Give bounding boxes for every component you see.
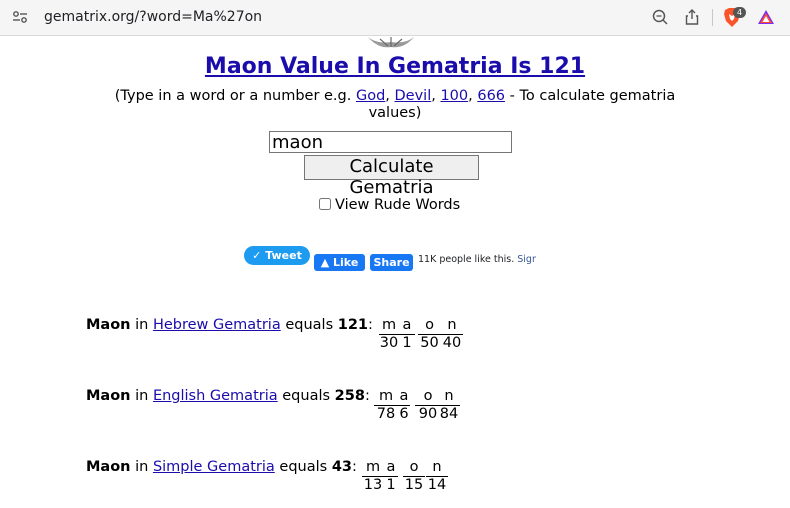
thumbs-up-icon: ▲ [320,256,330,269]
letter-char: n [426,459,448,477]
letter-cell: m 78 [374,388,398,423]
letter-value: 30 [379,335,399,351]
letter-value: 1 [386,477,396,493]
calculate-gematria-button[interactable]: Calculate Gematria [304,155,479,198]
result-row: Maon in English Gematria equals 258: [86,388,370,404]
tweet-button[interactable]: ✓ Tweet [244,246,310,265]
view-rude-words-checkbox[interactable] [319,198,331,210]
letter-value: 1 [402,335,412,351]
letter-cell: n 84 [438,388,460,423]
example-666-link[interactable]: 666 [477,88,505,104]
letter-char: o [403,459,425,477]
letter-value: 6 [399,406,409,422]
like-count-text: 11K people like this. [418,254,515,265]
site-settings-icon[interactable] [12,10,28,24]
facebook-share-button[interactable]: Share [370,254,413,271]
result-in: in [135,388,149,404]
page-title-link[interactable]: Maon Value In Gematria Is 121 [205,54,585,79]
result-word: Maon [86,317,131,333]
result-equals: equals [285,317,334,333]
letter-cell: n 40 [441,317,463,352]
facebook-like-count: 11K people like this. Sign [418,254,536,270]
cipher-link[interactable]: Hebrew Gematria [153,317,281,333]
result-value: 43 [331,459,352,475]
result-row: Maon in Simple Gematria equals 43: [86,459,357,475]
brave-rewards-icon[interactable] [757,8,775,26]
intro-prefix: (Type in a word or a number e.g. [114,88,356,104]
letter-value: 50 [420,335,439,351]
result-in: in [135,459,149,475]
letter-char: m [374,388,398,406]
letter-cell: a1 [399,317,415,352]
letter-value: 14 [427,477,447,493]
result-word: Maon [86,459,131,475]
word-input[interactable] [269,131,512,153]
letter-value: 15 [404,477,424,493]
result-row: Maon in Hebrew Gematria equals 121: [86,317,373,333]
address-bar[interactable]: gematrix.org/?word=Ma%27on 4 [0,0,790,36]
facebook-like-button[interactable]: ▲ Like [314,254,365,271]
letter-value: 13 [363,477,383,493]
shields-count-badge: 4 [733,7,746,18]
result-value: 121 [337,317,369,333]
cipher-link[interactable]: English Gematria [153,388,278,404]
url-text[interactable]: gematrix.org/?word=Ma%27on [44,9,262,25]
result-value: 258 [334,388,365,404]
example-devil-link[interactable]: Devil [395,88,432,104]
letter-char: n [438,388,460,406]
letter-char: a [384,459,398,477]
result-equals: equals [282,388,331,404]
intro-text: (Type in a word or a number e.g. God, De… [114,88,676,121]
letter-char: a [399,317,415,335]
site-logo [368,37,414,48]
letter-cell: o 50 [418,317,441,352]
toolbar-divider [712,9,713,26]
letter-char: n [441,317,463,335]
example-god-link[interactable]: God [356,88,385,104]
page-title: Maon Value In Gematria Is 121 [0,54,790,79]
letter-char: o [418,317,441,335]
view-rude-words-toggle[interactable]: View Rude Words [319,197,460,213]
twitter-bird-icon: ✓ [252,249,262,262]
result-word: Maon [86,388,131,404]
zoom-icon[interactable] [651,8,669,26]
tweet-label: Tweet [265,249,302,262]
letter-cell: m 13 [362,459,384,494]
letter-value: 78 [376,406,396,422]
cipher-link[interactable]: Simple Gematria [153,459,275,475]
letter-cell: n 14 [426,459,448,494]
letter-cell: m 30 [379,317,399,352]
example-100-link[interactable]: 100 [440,88,468,104]
letter-cell: a6 [398,388,410,423]
letter-cell: o 15 [403,459,425,494]
result-equals: equals [279,459,328,475]
like-label: Like [333,256,359,269]
facebook-sign-up-link[interactable]: Sign [517,254,536,265]
letter-char: m [379,317,399,335]
view-rude-words-label: View Rude Words [335,197,461,213]
letter-cell: a1 [384,459,398,494]
result-in: in [135,317,149,333]
letter-char: a [398,388,410,406]
letter-value: 40 [442,335,462,351]
letter-value: 84 [439,406,459,422]
share-icon[interactable] [683,8,701,26]
letter-char: m [362,459,384,477]
